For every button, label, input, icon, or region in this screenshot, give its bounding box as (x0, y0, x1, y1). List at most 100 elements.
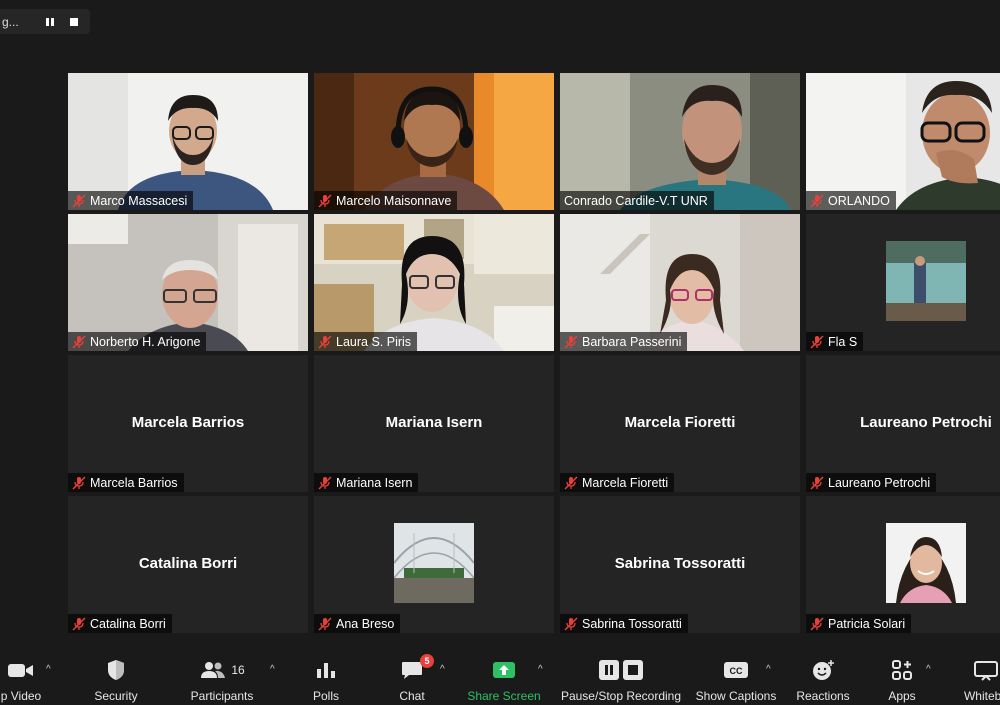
participant-profile-photo (394, 523, 474, 603)
participant-display-name: Marcela Barrios (131, 414, 245, 431)
pause-stop-recording-button[interactable]: Pause/Stop Recording (560, 646, 682, 705)
microphone-muted-icon (564, 475, 578, 490)
chat-options-caret-icon[interactable]: ^ (440, 664, 445, 675)
microphone-muted-icon (810, 475, 824, 490)
participant-tile[interactable]: ORLANDO (806, 73, 1000, 210)
participant-display-name: Sabrina Tossoratti (614, 555, 746, 572)
participant-tile[interactable]: Laureano Petrochi Laureano Petrochi (806, 355, 1000, 492)
cc-icon-text: CC (730, 666, 743, 676)
participant-name: Mariana Isern (336, 475, 413, 490)
participants-options-caret-icon[interactable]: ^ (270, 664, 275, 675)
pause-stop-recording-label: Pause/Stop Recording (560, 689, 682, 703)
video-camera-icon (6, 656, 36, 684)
microphone-muted-icon (72, 475, 86, 490)
show-captions-button[interactable]: CC Show Captions (694, 646, 778, 705)
participant-name-tag: Fla S (806, 332, 864, 351)
participant-name-tag: Sabrina Tossoratti (560, 614, 688, 633)
whiteboard-icon (973, 656, 999, 684)
share-screen-label: Share Screen (467, 689, 541, 703)
reactions-button[interactable]: Reactions (794, 646, 852, 705)
show-captions-label: Show Captions (695, 689, 777, 703)
participant-name: Marco Massacesi (90, 193, 188, 208)
whiteboard-button[interactable]: Whitebo (956, 646, 1000, 705)
participant-tile[interactable]: Catalina Borri Catalina Borri (68, 496, 308, 633)
participant-tile[interactable]: Fla S (806, 214, 1000, 351)
participant-display-name: Laureano Petrochi (860, 414, 992, 431)
participant-name: Marcelo Maisonnave (336, 193, 452, 208)
participant-video (68, 214, 308, 351)
stop-recording-button[interactable] (64, 12, 84, 32)
participant-tile[interactable]: Barbara Passerini (560, 214, 800, 351)
apps-options-caret-icon[interactable]: ^ (926, 664, 931, 675)
participant-profile-photo (886, 241, 966, 321)
participant-name: Catalina Borri (90, 616, 166, 631)
apps-icon (891, 656, 913, 684)
security-label: Security (94, 689, 138, 703)
recording-status-text: g... (2, 14, 19, 29)
chat-bubble-icon: 5 (400, 654, 434, 684)
share-options-caret-icon[interactable]: ^ (538, 664, 543, 675)
shield-icon (105, 656, 127, 684)
apps-label: Apps (888, 689, 916, 703)
stop-video-label: p Video (0, 689, 42, 703)
participant-name: Marcela Barrios (90, 475, 178, 490)
participant-name-tag: ORLANDO (806, 191, 896, 210)
polls-button[interactable]: Polls (306, 646, 346, 705)
participant-tile[interactable]: Marcelo Maisonnave (314, 73, 554, 210)
chat-button[interactable]: 5 Chat (392, 646, 434, 705)
stop-video-button[interactable]: p Video (0, 646, 48, 705)
recording-indicator: g... (0, 9, 90, 34)
participant-name: Conrado Cardile-V.T UNR (564, 193, 708, 208)
microphone-muted-icon (318, 193, 332, 208)
participant-tile[interactable]: Ana Breso (314, 496, 554, 633)
participant-name-tag: Marco Massacesi (68, 191, 194, 210)
participant-name-tag: Barbara Passerini (560, 332, 688, 351)
participant-video (314, 73, 554, 210)
bar-chart-icon (315, 656, 337, 684)
microphone-muted-icon (72, 334, 86, 349)
participant-name-tag: Norberto H. Arigone (68, 332, 207, 351)
participant-tile[interactable]: Marcela Fioretti Marcela Fioretti (560, 355, 800, 492)
video-options-caret-icon[interactable]: ^ (46, 664, 51, 675)
participant-name: Barbara Passerini (582, 334, 682, 349)
participant-tile[interactable]: Norberto H. Arigone (68, 214, 308, 351)
pause-stop-icon (598, 656, 644, 684)
emoji-plus-icon (811, 656, 835, 684)
participant-name-tag: Marcelo Maisonnave (314, 191, 458, 210)
security-button[interactable]: Security (88, 646, 144, 705)
whiteboard-label: Whitebo (963, 689, 1000, 703)
participant-profile-photo (886, 523, 966, 603)
participant-video (314, 214, 554, 351)
participant-tile[interactable]: Patricia Solari (806, 496, 1000, 633)
apps-button[interactable]: Apps (882, 646, 922, 705)
participant-name-tag: Ana Breso (314, 614, 401, 633)
participant-name: ORLANDO (828, 193, 890, 208)
participant-tile[interactable]: Sabrina Tossoratti Sabrina Tossoratti (560, 496, 800, 633)
participant-video (806, 73, 1000, 210)
participant-tile[interactable]: Mariana Isern Mariana Isern (314, 355, 554, 492)
participant-tile[interactable]: Marcela Barrios Marcela Barrios (68, 355, 308, 492)
participant-tile-active-speaker[interactable]: Conrado Cardile-V.T UNR (560, 73, 800, 210)
stop-icon (70, 17, 78, 26)
participant-name: Ana Breso (336, 616, 395, 631)
captions-options-caret-icon[interactable]: ^ (766, 664, 771, 675)
participant-name: Fla S (828, 334, 858, 349)
microphone-muted-icon (810, 193, 824, 208)
participant-name-tag: Marcela Fioretti (560, 473, 675, 492)
participant-tile[interactable]: Laura S. Piris (314, 214, 554, 351)
pause-recording-button[interactable] (40, 12, 60, 32)
participant-name: Patricia Solari (828, 616, 906, 631)
participant-name-tag: Patricia Solari (806, 614, 912, 633)
microphone-muted-icon (318, 334, 332, 349)
chat-unread-badge: 5 (420, 654, 434, 668)
share-up-arrow-icon (492, 656, 516, 684)
participant-tile[interactable]: Marco Massacesi (68, 73, 308, 210)
participant-name-tag: Marcela Barrios (68, 473, 184, 492)
microphone-muted-icon (810, 334, 824, 349)
microphone-muted-icon (318, 475, 332, 490)
participant-name: Laura S. Piris (336, 334, 412, 349)
participant-video (560, 214, 800, 351)
meeting-toolbar: p Video ^ Security 16 Participants ^ Pol… (0, 646, 1000, 705)
participants-button[interactable]: 16 Participants (188, 646, 256, 705)
share-screen-button[interactable]: Share Screen (467, 646, 541, 705)
